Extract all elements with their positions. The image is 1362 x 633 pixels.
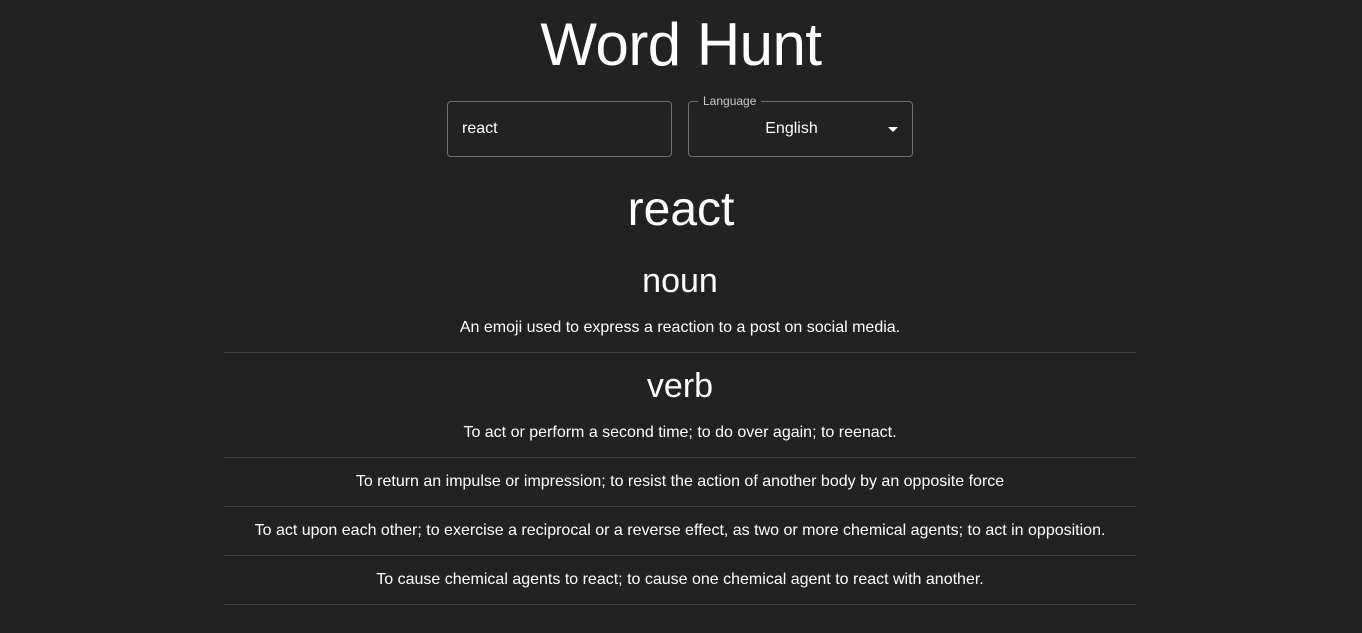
- result-headword: react: [627, 183, 735, 236]
- app-title: Word Hunt: [540, 11, 822, 78]
- definition-item: To act or perform a second time; to do o…: [224, 409, 1136, 458]
- part-of-speech-heading: verb: [646, 367, 714, 405]
- caret-down-icon[interactable]: [888, 127, 898, 132]
- word-search-input[interactable]: [447, 101, 672, 157]
- definition-item: To cause chemical agents to react; to ca…: [224, 556, 1136, 605]
- page: Word Hunt Language English react noun An…: [0, 0, 1362, 633]
- definition-item: To act upon each other; to exercise a re…: [224, 507, 1136, 556]
- part-of-speech-heading: noun: [642, 262, 718, 300]
- meaning-group-verb: verb To act or perform a second time; to…: [224, 363, 1136, 605]
- search-controls: Language English: [447, 94, 913, 157]
- definition-item: To return an impulse or impression; to r…: [224, 458, 1136, 507]
- language-select[interactable]: Language English: [688, 94, 913, 157]
- definition-item: An emoji used to express a reaction to a…: [224, 304, 1136, 353]
- meaning-group-noun: noun An emoji used to express a reaction…: [224, 258, 1136, 353]
- meanings-list: noun An emoji used to express a reaction…: [224, 258, 1136, 605]
- language-selected-value: English: [765, 120, 818, 137]
